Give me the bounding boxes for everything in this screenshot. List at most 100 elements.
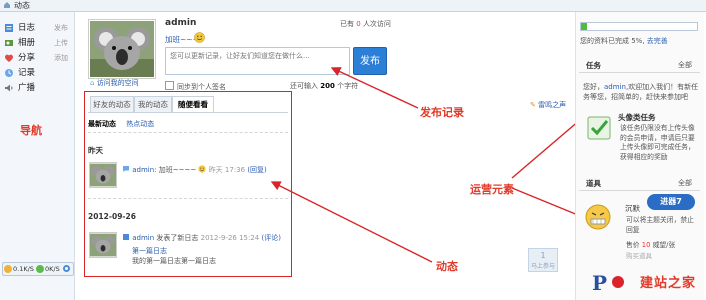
feed-text: : 加班~~~~ (154, 166, 197, 174)
koala-avatar-image (90, 233, 116, 257)
item-price: 售价 10 威望/张 (626, 239, 675, 249)
download-speed: 0K/S (45, 265, 60, 273)
sync-label: 同步到个人签名 (177, 83, 226, 91)
profile-progress-bar (580, 22, 698, 31)
items-title: 道具 (586, 179, 601, 188)
feed-avatar[interactable] (89, 162, 117, 188)
visits-suffix: 人次访问 (362, 20, 391, 28)
sidebar-action-add[interactable]: 添加 (54, 51, 68, 65)
smiley-icon (194, 32, 205, 43)
tab-my-feed[interactable]: 我的动态 (134, 96, 172, 112)
album-icon (5, 40, 13, 46)
smiley-icon (198, 165, 207, 173)
visit-count: 已有 0 人次访问 (340, 19, 391, 29)
visits-prefix: 已有 (340, 20, 354, 28)
sidebar-item-label: 日志 (18, 23, 36, 33)
items-more-link[interactable]: 全部 (678, 177, 692, 190)
tab-divider (88, 112, 288, 113)
buy-item-link[interactable]: 购买道具 (626, 250, 652, 260)
comment-link[interactable]: (评论) (262, 234, 281, 242)
task-check-icon[interactable] (587, 114, 611, 140)
sidebar-item-share[interactable]: 分享 添加 (4, 51, 70, 65)
intro-username[interactable]: admin (604, 83, 626, 91)
upload-speed-icon (4, 265, 12, 273)
home-icon (4, 2, 10, 8)
list-item: admin 发表了新日志 2012-9-26 15:24 (评论) (122, 233, 281, 243)
task-title[interactable]: 头像类任务 (618, 112, 656, 123)
sidebar-item-label: 记录 (18, 68, 36, 78)
broadcast-icon (5, 84, 13, 92)
voice-link[interactable]: ✎ 雷鸣之声 (530, 100, 566, 110)
sidebar-item-broadcast[interactable]: 广播 (4, 81, 70, 95)
blog-icon (123, 234, 129, 240)
breadcrumb-bar: 动态 (0, 0, 706, 12)
breadcrumb-label[interactable]: 动态 (14, 0, 30, 11)
tasks-intro: 您好，admin,欢迎加入我们！有新任务等您，招简单的，赶快来参加吧 (583, 82, 701, 102)
tasks-header: 任务 全部 (579, 59, 700, 73)
progress-label: 您的资料已完成 5%, (580, 37, 645, 45)
blog-title-link[interactable]: 第一篇日志 (132, 246, 167, 256)
visit-space-label[interactable]: 访问我的空间 (97, 79, 139, 87)
char-remaining: 200 (320, 82, 335, 90)
divider (88, 132, 288, 133)
pager-label: 马上参与 (530, 263, 555, 270)
subtab-hot[interactable]: 热点动态 (126, 120, 154, 128)
subtab-latest[interactable]: 最新动态 (88, 120, 116, 128)
sidebar-item-label: 相册 (18, 38, 36, 48)
status-input[interactable] (165, 47, 350, 75)
sidebar-action-upload[interactable]: 上传 (54, 36, 68, 50)
feed-time: 2012-9-26 15:24 (200, 234, 260, 242)
network-status: 0.1K/S 0K/S (2, 262, 74, 276)
network-icon[interactable] (62, 264, 71, 273)
silence-emoticon-icon[interactable] (583, 203, 613, 231)
char-suffix: 个字符 (337, 82, 359, 90)
feed-date: 2012-09-26 (88, 212, 136, 221)
feed-date: 昨天 (88, 146, 103, 155)
blog-excerpt: 我的第一篇日志第一篇日志 (132, 257, 216, 265)
publish-button[interactable]: 发布 (353, 47, 387, 75)
sync-checkbox[interactable] (165, 81, 174, 90)
sidebar-action-publish[interactable]: 发布 (54, 21, 68, 35)
tab-random-feed[interactable]: 随便看看 (172, 96, 214, 113)
reply-link[interactable]: (回复) (247, 166, 266, 174)
feed-user[interactable]: admin (132, 234, 154, 242)
record-icon (5, 69, 13, 77)
profile-progress-fill (581, 23, 587, 30)
online-badge[interactable]: 进器7 (647, 194, 695, 210)
avatar[interactable] (88, 19, 156, 79)
char-prefix: 还可输入 (290, 82, 318, 90)
megaphone-icon: ✎ (530, 101, 536, 109)
join-now-button[interactable]: 1 马上参与 (528, 248, 558, 272)
price-value: 10 (641, 241, 651, 249)
feed-time: 昨天 17:36 (208, 166, 246, 174)
annotation-feed: 动态 (436, 260, 458, 273)
annotation-nav: 导航 (20, 124, 42, 137)
item-description: 可以将主题关闭，禁止回复 (626, 216, 694, 234)
sidebar-item-label: 广播 (18, 83, 36, 93)
char-counter: 还可输入 200 个字符 (290, 81, 358, 91)
pager-number: 1 (540, 251, 546, 260)
sidebar-item-record[interactable]: 记录 (4, 66, 70, 80)
tab-friends-feed[interactable]: 好友的动态 (90, 96, 134, 112)
tasks-more-link[interactable]: 全部 (678, 59, 692, 72)
voice-label: 雷鸣之声 (538, 101, 567, 109)
items-header: 道具 全部 (579, 177, 700, 191)
item-name[interactable]: 沉默 (625, 203, 640, 214)
arrow-feed (270, 181, 433, 263)
log-icon (5, 24, 13, 32)
intro-prefix: 您好， (583, 83, 604, 91)
complete-profile-link[interactable]: 去完善 (647, 37, 668, 45)
house-icon: ⌂ (90, 79, 95, 87)
feed-action: 发表了新日志 (156, 234, 199, 242)
price-prefix: 售价 (626, 241, 640, 249)
share-icon (5, 54, 13, 62)
visits-number: 0 (356, 20, 361, 28)
sidebar-item-log[interactable]: 日志 发布 (4, 21, 70, 35)
feed-user[interactable]: admin (132, 166, 154, 174)
annotation-ops: 运营元素 (470, 183, 514, 196)
username[interactable]: admin (165, 18, 196, 28)
sidebar-item-album[interactable]: 相册 上传 (4, 36, 70, 50)
visit-space-link[interactable]: ⌂ 访问我的空间 (90, 78, 139, 88)
feed-subtabs: 最新动态 热点动态 (88, 119, 162, 129)
feed-avatar[interactable] (89, 232, 117, 258)
